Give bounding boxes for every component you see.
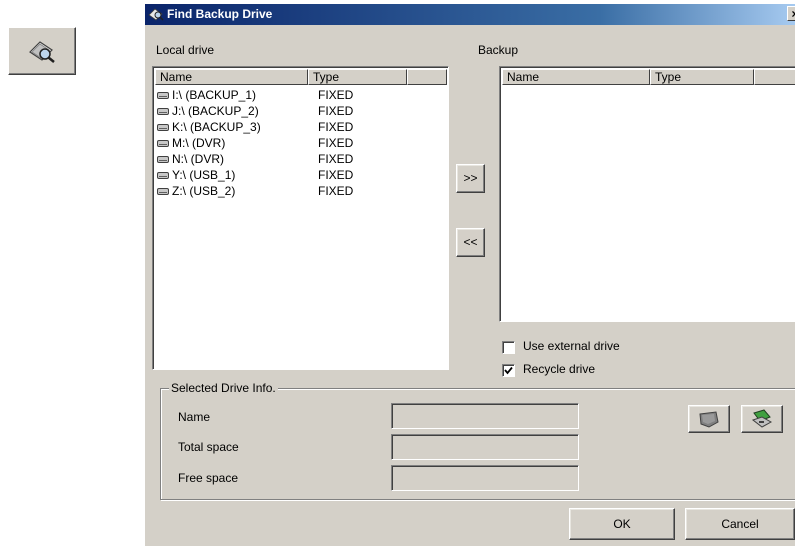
dialog-title: Find Backup Drive — [167, 7, 273, 21]
local-drive-row[interactable]: Z:\ (USB_2) FIXED — [157, 183, 353, 199]
drive-type: FIXED — [318, 184, 354, 198]
local-drive-list-header: Name Type — [155, 69, 447, 85]
hard-drive-icon — [157, 187, 169, 195]
drive-name-label: Name — [178, 410, 211, 424]
drive-name: K:\ (BACKUP_3) — [172, 120, 261, 134]
hard-drive-icon — [157, 155, 169, 163]
cancel-button[interactable]: Cancel — [685, 508, 795, 540]
drive-name-field — [391, 403, 579, 429]
hard-drive-icon — [157, 123, 169, 131]
local-drive-row[interactable]: N:\ (DVR) FIXED — [157, 151, 353, 167]
local-drive-label: Local drive — [156, 43, 215, 57]
drive-type: FIXED — [318, 152, 354, 166]
format-drive-icon — [751, 409, 773, 428]
local-drive-row[interactable]: I:\ (BACKUP_1) FIXED — [157, 87, 353, 103]
eject-drive-button[interactable] — [688, 405, 730, 433]
hard-drive-icon — [157, 139, 169, 147]
close-icon: × — [791, 7, 795, 21]
backup-label: Backup — [478, 43, 519, 57]
drive-name: Z:\ (USB_2) — [172, 184, 236, 198]
find-backup-drive-dialog: Find Backup Drive × Local drive Name Typ… — [145, 4, 795, 546]
backup-drive-list[interactable]: Name Type — [499, 66, 795, 322]
local-drive-row[interactable]: K:\ (BACKUP_3) FIXED — [157, 119, 353, 135]
backup-name-column-header[interactable]: Name — [502, 69, 650, 85]
drive-name: J:\ (BACKUP_2) — [172, 104, 259, 118]
local-drive-rows: I:\ (BACKUP_1) FIXED J:\ (BACKUP_2) FIXED K:… — [157, 87, 353, 199]
drive-type: FIXED — [318, 104, 354, 118]
drive-type: FIXED — [318, 120, 354, 134]
add-to-backup-button[interactable]: >> — [456, 164, 485, 193]
recycle-drive-label[interactable]: Recycle drive — [523, 362, 595, 376]
backup-type-column-header[interactable]: Type — [650, 69, 754, 85]
drive-type: FIXED — [318, 136, 354, 150]
total-space-label: Total space — [178, 440, 239, 454]
local-drive-row[interactable]: M:\ (DVR) FIXED — [157, 135, 353, 151]
free-space-field — [391, 465, 579, 491]
use-external-drive-label[interactable]: Use external drive — [523, 339, 620, 353]
use-external-drive-checkbox[interactable] — [502, 341, 515, 354]
local-drive-row[interactable]: Y:\ (USB_1) FIXED — [157, 167, 353, 183]
backup-drive-list-header: Name Type — [502, 69, 795, 85]
ok-button[interactable]: OK — [569, 508, 675, 540]
drive-name: Y:\ (USB_1) — [172, 168, 236, 182]
find-drive-icon — [29, 41, 55, 63]
drive-name: M:\ (DVR) — [172, 136, 226, 150]
drive-type: FIXED — [318, 88, 354, 102]
title-bar: Find Backup Drive × — [145, 4, 795, 25]
local-name-column-header[interactable]: Name — [155, 69, 308, 85]
local-type-column-header[interactable]: Type — [308, 69, 407, 85]
format-drive-button[interactable] — [741, 405, 783, 433]
local-drive-row[interactable]: J:\ (BACKUP_2) FIXED — [157, 103, 353, 119]
selected-drive-info-caption: Selected Drive Info. — [169, 381, 278, 395]
total-space-field — [391, 434, 579, 460]
hard-drive-icon — [157, 107, 169, 115]
find-drive-title-icon — [148, 8, 164, 21]
local-extra-column-header[interactable] — [407, 69, 447, 85]
remove-from-backup-button[interactable]: << — [456, 228, 485, 257]
local-drive-list[interactable]: Name Type I:\ (BACKUP_1) FIXED J:\ (BACKUP… — [152, 66, 449, 370]
backup-extra-column-header[interactable] — [754, 69, 795, 85]
drive-type: FIXED — [318, 168, 354, 182]
hard-drive-icon — [157, 91, 169, 99]
recycle-drive-checkbox[interactable] — [502, 364, 515, 377]
drive-name: N:\ (DVR) — [172, 152, 224, 166]
drive-name: I:\ (BACKUP_1) — [172, 88, 257, 102]
close-button[interactable]: × — [787, 6, 795, 21]
eject-drive-icon — [699, 411, 719, 428]
free-space-label: Free space — [178, 471, 239, 485]
hard-drive-icon — [157, 171, 169, 179]
find-backup-drive-launcher-button[interactable] — [8, 27, 76, 75]
